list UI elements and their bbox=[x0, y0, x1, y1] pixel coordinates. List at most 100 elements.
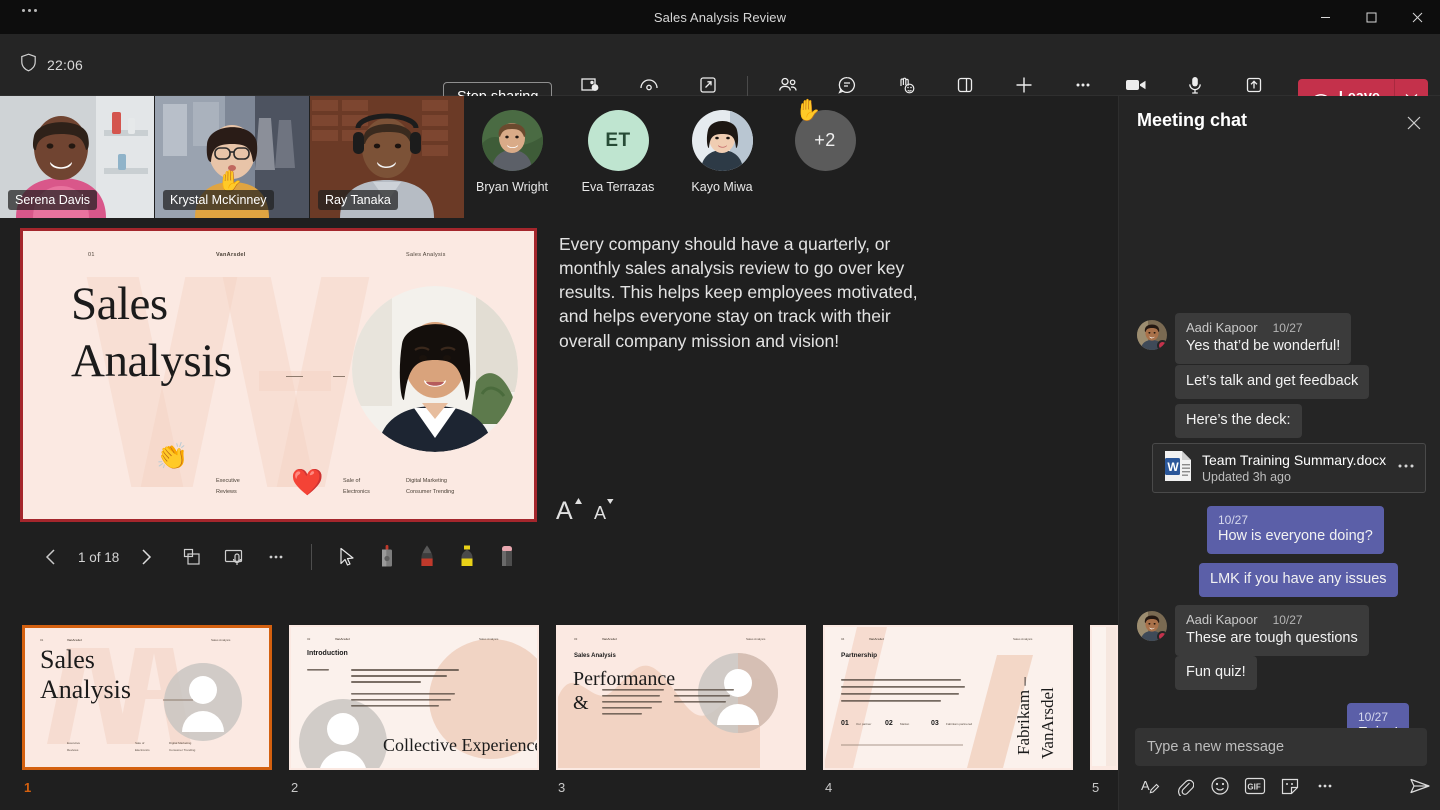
attach-file-icon[interactable] bbox=[1170, 772, 1200, 800]
caption-font-size-controls: A A bbox=[556, 494, 616, 522]
highlighter-icon[interactable] bbox=[450, 540, 484, 574]
chat-bubble-incoming: Aadi Kapoor 10/27 These are tough questi… bbox=[1175, 605, 1369, 656]
chat-message: LMK if you have any issues bbox=[1199, 563, 1398, 597]
chat-bubble-outgoing: 10/27 How is everyone doing? bbox=[1207, 506, 1384, 554]
slide-more-options-icon[interactable] bbox=[259, 540, 293, 574]
chat-text: LMK if you have any issues bbox=[1210, 570, 1387, 589]
svg-text:Sales Analysis: Sales Analysis bbox=[746, 637, 766, 641]
chat-message: 10/27 How is everyone doing? bbox=[1207, 506, 1384, 554]
send-icon[interactable] bbox=[1405, 772, 1435, 800]
participant-overflow-item[interactable]: +2 ✋ bbox=[776, 110, 874, 171]
svg-text:Introduction: Introduction bbox=[307, 650, 348, 657]
previous-slide-button[interactable] bbox=[34, 540, 68, 574]
presenter-view-icon[interactable] bbox=[217, 540, 251, 574]
participant-name: Serena Davis bbox=[8, 190, 97, 210]
emoji-icon[interactable] bbox=[1205, 772, 1235, 800]
slide-presenter-photo bbox=[352, 286, 518, 452]
svg-text:01: 01 bbox=[40, 638, 44, 642]
thumbnail-image[interactable]: Sales Analysis Performance & 03VanArsdel… bbox=[556, 625, 806, 770]
svg-text:Sales Analysis: Sales Analysis bbox=[479, 637, 499, 641]
maximize-button[interactable] bbox=[1348, 0, 1394, 34]
svg-text:Analysis: Analysis bbox=[40, 675, 131, 704]
presence-badge-busy bbox=[1157, 340, 1167, 350]
file-more-options-icon[interactable] bbox=[1397, 459, 1415, 478]
chat-message-list[interactable]: Aadi Kapoor 10/27 Yes that’d be wonderfu… bbox=[1119, 148, 1440, 748]
thumbnail-item[interactable]: 5 bbox=[1090, 625, 1118, 795]
giphy-icon[interactable]: GIF bbox=[1240, 772, 1270, 800]
participant-avatar-item[interactable]: ET Eva Terrazas bbox=[569, 110, 667, 194]
avatar-initials: ET bbox=[605, 130, 630, 152]
red-pen-icon[interactable] bbox=[410, 540, 444, 574]
slide-footer-item: Executive Reviews bbox=[216, 476, 240, 497]
slide-header-left: 01 bbox=[88, 252, 95, 258]
more-options-icon[interactable] bbox=[1310, 772, 1340, 800]
close-icon[interactable] bbox=[1401, 110, 1427, 136]
thumbnail-item[interactable]: Sales Analysis Performance & 03VanArsdel… bbox=[556, 625, 806, 795]
participant-name: Eva Terrazas bbox=[569, 180, 667, 194]
avatar: ET bbox=[588, 110, 649, 171]
svg-text:A: A bbox=[1141, 778, 1150, 793]
svg-text:Reviews: Reviews bbox=[67, 748, 79, 752]
chat-text: How is everyone doing? bbox=[1218, 527, 1373, 546]
svg-text:03: 03 bbox=[574, 637, 578, 641]
thumbnail-image[interactable]: Sales Analysis 01VanArsdelSales Analysis… bbox=[22, 625, 272, 770]
word-file-icon: W bbox=[1163, 450, 1193, 487]
svg-text:&: & bbox=[573, 692, 589, 714]
thumbnail-item[interactable]: Sales Analysis 01VanArsdelSales Analysis… bbox=[22, 625, 272, 795]
format-text-icon[interactable]: A bbox=[1135, 772, 1165, 800]
more-icon bbox=[1073, 74, 1093, 96]
participant-name: Bryan Wright bbox=[463, 180, 561, 194]
svg-text:Digital Marketing: Digital Marketing bbox=[169, 741, 192, 745]
thumbnail-image[interactable]: Introduction 02VanArsdelSales Analysis C… bbox=[289, 625, 539, 770]
title-dash bbox=[333, 376, 345, 377]
thumbnail-number: 2 bbox=[289, 780, 539, 795]
participant-video-tile[interactable]: Serena Davis bbox=[0, 96, 154, 218]
thumbnail-item[interactable]: Partnership 010203 Our partnerMarketFabr… bbox=[823, 625, 1073, 795]
sticker-icon[interactable] bbox=[1275, 772, 1305, 800]
participant-avatar-item[interactable]: Kayo Miwa bbox=[673, 110, 771, 194]
participant-video-tile[interactable]: ✋ Krystal Mc­Kinney bbox=[155, 96, 309, 218]
svg-text:Sales Analysis: Sales Analysis bbox=[211, 638, 231, 642]
chat-author: Aadi Kapoor bbox=[1186, 612, 1258, 627]
chat-author: Aadi Kapoor bbox=[1186, 320, 1258, 335]
message-input-placeholder: Type a new message bbox=[1147, 739, 1284, 755]
slide-footer-item: Sale of Electronics bbox=[343, 476, 370, 497]
minimize-button[interactable] bbox=[1302, 0, 1348, 34]
meeting-toolbar: 22:06 Stop sharing Layout Private view bbox=[0, 34, 1440, 96]
close-button[interactable] bbox=[1394, 0, 1440, 34]
increase-font-size-button[interactable]: A bbox=[556, 494, 582, 522]
svg-text:Performance: Performance bbox=[573, 668, 675, 690]
chat-file-attachment[interactable]: W Team Training Summary.docx Updated 3h … bbox=[1152, 443, 1426, 493]
thumbnail-item[interactable]: Introduction 02VanArsdelSales Analysis C… bbox=[289, 625, 539, 795]
slide-counter: 1 of 18 bbox=[68, 550, 129, 565]
next-slide-button[interactable] bbox=[129, 540, 163, 574]
avatar bbox=[1137, 611, 1167, 641]
decrease-font-size-button[interactable]: A bbox=[594, 494, 616, 522]
layout-icon bbox=[580, 74, 600, 96]
shield-icon bbox=[20, 53, 37, 77]
chat-timestamp: 10/27 bbox=[1218, 513, 1373, 527]
shared-slide-stage[interactable]: 01 VanArsdel Sales Analysis Sales Analys… bbox=[20, 228, 537, 522]
cursor-icon[interactable] bbox=[330, 540, 364, 574]
message-input[interactable]: Type a new message bbox=[1135, 728, 1427, 766]
chat-message: Here’s the deck: bbox=[1175, 404, 1302, 438]
composer-toolbar: A GIF bbox=[1135, 772, 1435, 800]
laser-pointer-icon[interactable] bbox=[370, 540, 404, 574]
thumbnail-number: 3 bbox=[556, 780, 806, 795]
participant-name: Krystal Mc­Kinney bbox=[163, 190, 274, 210]
private-view-icon bbox=[638, 74, 660, 96]
chat-text: Here’s the deck: bbox=[1186, 411, 1291, 430]
chat-bubble-incoming: Fun quiz! bbox=[1175, 656, 1257, 690]
meeting-chat-panel: Meeting chat Aadi Kapoor 10/27 Yes that’… bbox=[1118, 96, 1440, 810]
participant-avatar-item[interactable]: Bryan Wright bbox=[463, 110, 561, 194]
chat-bubble-outgoing: LMK if you have any issues bbox=[1199, 563, 1398, 597]
participant-video-tile[interactable]: Ray Tanaka bbox=[310, 96, 464, 218]
slide-grid-icon[interactable] bbox=[175, 540, 209, 574]
meeting-elapsed-time: 22:06 bbox=[47, 57, 83, 73]
svg-text:Fabrikam partnered: Fabrikam partnered bbox=[946, 722, 973, 726]
slide-canvas: 01 VanArsdel Sales Analysis Sales Analys… bbox=[23, 231, 534, 519]
eraser-icon[interactable] bbox=[490, 540, 524, 574]
thumbnail-image[interactable] bbox=[1090, 625, 1118, 770]
thumbnail-image[interactable]: Partnership 010203 Our partnerMarketFabr… bbox=[823, 625, 1073, 770]
chat-bubble-incoming: Aadi Kapoor 10/27 Yes that’d be wonderfu… bbox=[1175, 313, 1351, 364]
